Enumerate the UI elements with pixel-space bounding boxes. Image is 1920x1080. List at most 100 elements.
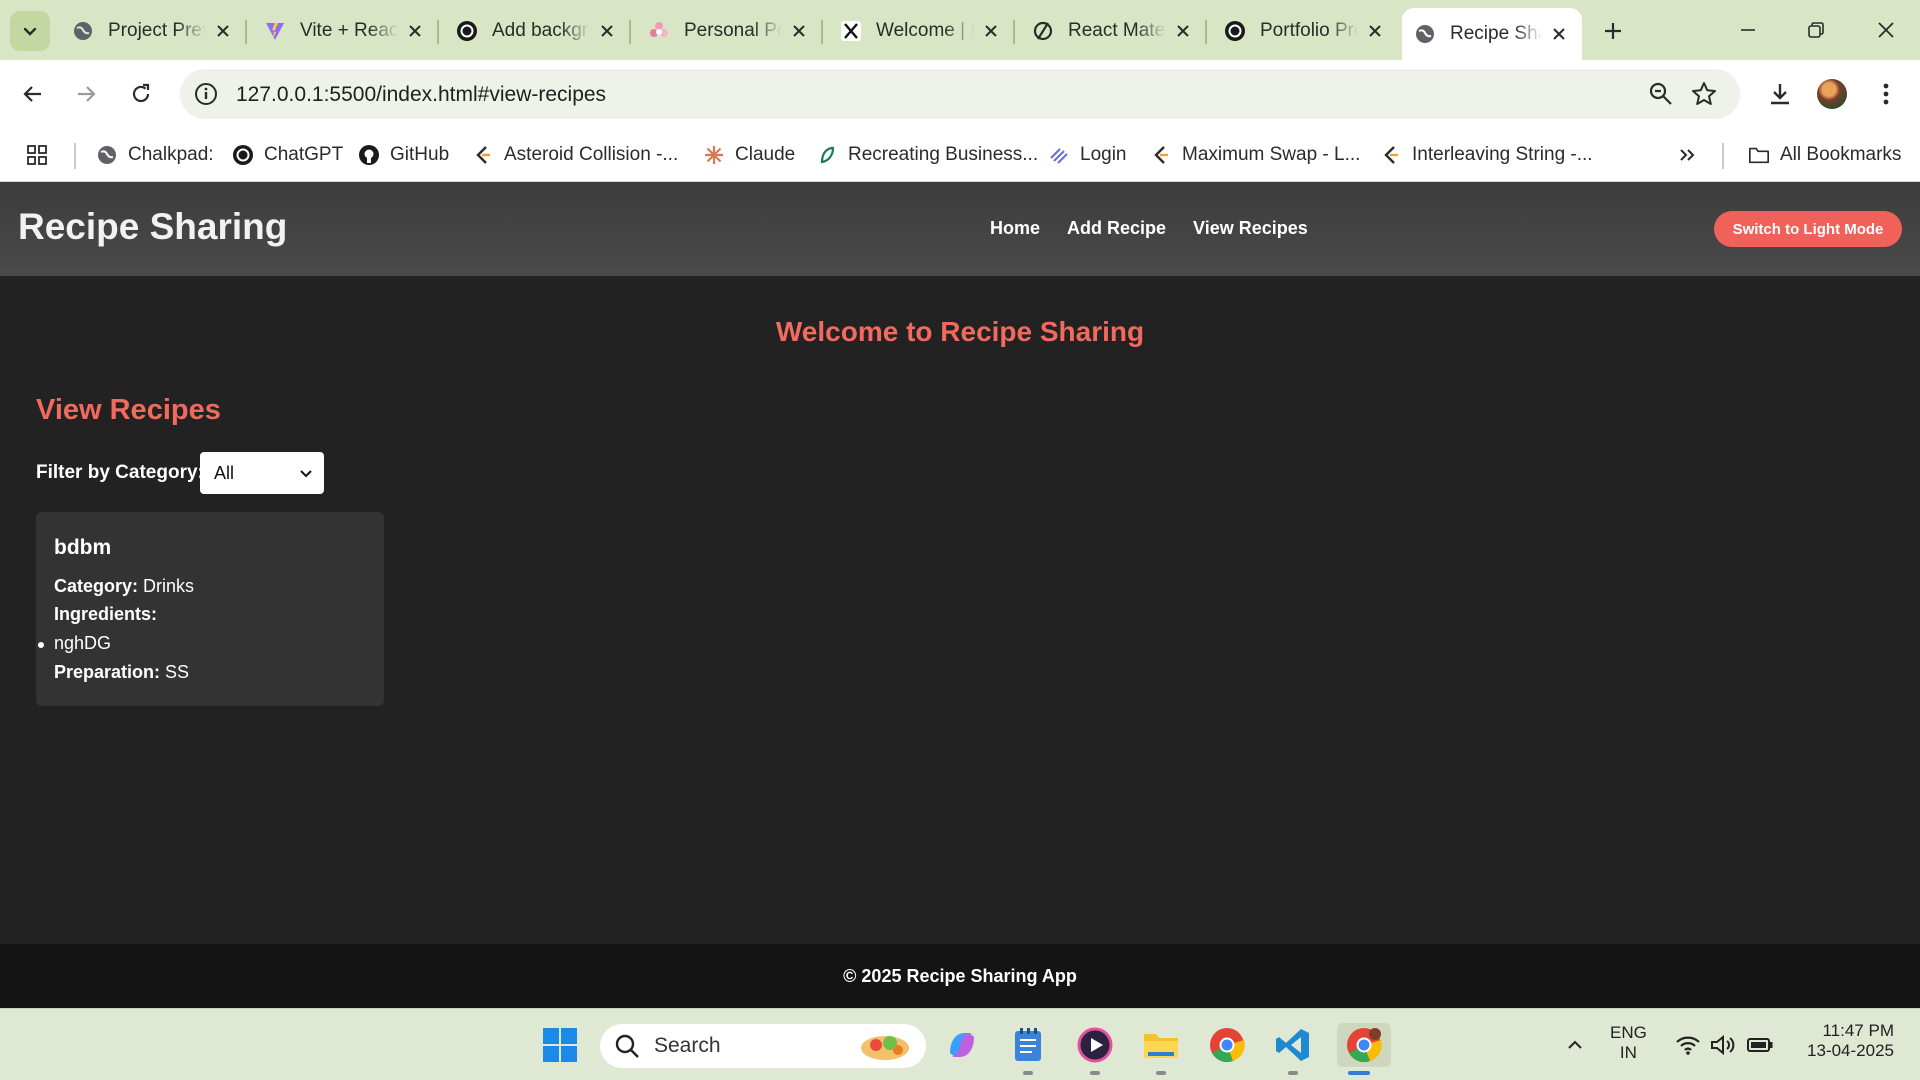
- battery-button[interactable]: [1738, 1023, 1782, 1067]
- zoom-icon[interactable]: [1648, 81, 1674, 107]
- chevron-down-icon: [23, 27, 37, 36]
- double-chevron-right-icon: [1680, 149, 1695, 161]
- chevron-up-icon: [1568, 1040, 1582, 1049]
- more-bookmarks-button[interactable]: [1678, 140, 1696, 170]
- apps-grid-icon: [27, 145, 47, 165]
- tab-search-button[interactable]: [10, 11, 50, 51]
- nav-add-recipe-link[interactable]: Add Recipe: [1067, 218, 1166, 239]
- region-text: IN: [1619, 1043, 1637, 1063]
- close-icon[interactable]: [1548, 23, 1570, 45]
- reload-button[interactable]: [121, 74, 161, 114]
- minimize-button[interactable]: [1718, 10, 1778, 50]
- notepad-button[interactable]: [1006, 1023, 1050, 1075]
- file-explorer-button[interactable]: [1139, 1023, 1183, 1075]
- clock[interactable]: 11:47 PM 13-04-2025: [1794, 1021, 1894, 1062]
- notepad-icon: [1015, 1028, 1041, 1061]
- close-icon[interactable]: [596, 20, 618, 42]
- arrow-left-icon: [23, 86, 41, 102]
- bookmark-label: Chalkpad:: [128, 144, 214, 165]
- downloads-button[interactable]: [1760, 74, 1800, 114]
- tab-project-preview[interactable]: Project Preview: [60, 8, 247, 54]
- preparation-label: Preparation:: [54, 662, 161, 682]
- recipe-preparation-row: Preparation: SS: [54, 662, 189, 683]
- stripes-icon: [1048, 144, 1070, 166]
- new-tab-button[interactable]: [1596, 14, 1630, 48]
- info-icon[interactable]: [194, 82, 218, 106]
- forward-button[interactable]: [66, 74, 106, 114]
- copilot-button[interactable]: [940, 1023, 984, 1067]
- close-icon[interactable]: [212, 20, 234, 42]
- ingredient-item: nghDG: [36, 633, 111, 654]
- bookmark-github[interactable]: GitHub: [358, 140, 449, 170]
- vscode-button[interactable]: [1271, 1023, 1315, 1075]
- restore-icon: [1808, 22, 1824, 38]
- all-bookmarks-button[interactable]: All Bookmarks: [1748, 140, 1901, 170]
- bookmark-label: Claude: [735, 144, 796, 165]
- tab-welcome[interactable]: Welcome | Excalidraw: [828, 8, 1015, 54]
- vite-icon: [264, 20, 286, 42]
- bookmark-asteroid-collision[interactable]: Asteroid Collision -...: [472, 140, 678, 170]
- bookmark-interleaving-string[interactable]: Interleaving String -...: [1380, 140, 1593, 170]
- site-footer: © 2025 Recipe Sharing App: [0, 944, 1920, 1008]
- bookmark-label: ChatGPT: [264, 144, 344, 165]
- star-icon[interactable]: [1690, 80, 1718, 108]
- bookmarks-bar: Chalkpad: ChatGPT GitHub Asteroid Collis…: [0, 128, 1920, 182]
- nav-view-recipes-link[interactable]: View Recipes: [1193, 218, 1308, 239]
- close-icon[interactable]: [404, 20, 426, 42]
- leetcode-icon: [1380, 144, 1402, 166]
- tab-personal-portfolio[interactable]: Personal Portfolio: [636, 8, 823, 54]
- bookmark-recreating-business[interactable]: Recreating Business...: [816, 140, 1038, 170]
- tab-title: Welcome | Excalidraw: [876, 20, 974, 41]
- tab-add-background[interactable]: Add background: [444, 8, 631, 54]
- close-icon[interactable]: [1172, 20, 1194, 42]
- theme-toggle-button[interactable]: Switch to Light Mode: [1714, 211, 1902, 247]
- show-hidden-icons-button[interactable]: [1553, 1023, 1597, 1067]
- avatar: [1817, 79, 1847, 109]
- taskbar-search[interactable]: Search: [600, 1024, 926, 1068]
- claude-icon: [703, 144, 725, 166]
- folder-icon: [1144, 1034, 1178, 1058]
- bookmark-maximum-swap[interactable]: Maximum Swap - L...: [1150, 140, 1360, 170]
- category-filter-select[interactable]: All: [200, 452, 324, 494]
- close-icon[interactable]: [980, 20, 1002, 42]
- apps-button[interactable]: [26, 140, 48, 170]
- openai-icon: [232, 144, 254, 166]
- close-icon[interactable]: [788, 20, 810, 42]
- tab-vite-react[interactable]: Vite + React: [252, 8, 439, 54]
- tab-portfolio-project[interactable]: Portfolio Project: [1212, 8, 1398, 54]
- tab-strip: Project Preview Vite + React Add backgro…: [0, 0, 1920, 60]
- bookmark-label: Recreating Business...: [848, 144, 1039, 165]
- bullet-icon: [38, 642, 44, 648]
- leaf-icon: [816, 144, 838, 166]
- chrome-button[interactable]: [1205, 1023, 1249, 1067]
- bookmark-login[interactable]: Login: [1048, 140, 1127, 170]
- globe-icon: [72, 20, 94, 42]
- close-icon[interactable]: [1364, 20, 1386, 42]
- browser-toolbar: 127.0.0.1:5500/index.html#view-recipes: [0, 60, 1920, 128]
- selected-category: All: [214, 462, 235, 483]
- bookmark-chatgpt[interactable]: ChatGPT: [232, 140, 343, 170]
- plus-icon: [1605, 23, 1621, 39]
- bookmark-claude[interactable]: Claude: [703, 140, 795, 170]
- tab-recipe-sharing[interactable]: Recipe Sharing: [1402, 8, 1582, 60]
- nav-home-link[interactable]: Home: [990, 218, 1040, 239]
- restore-button[interactable]: [1786, 10, 1846, 50]
- chrome-profile-button[interactable]: [1337, 1023, 1391, 1075]
- media-player-button[interactable]: [1073, 1023, 1117, 1075]
- welcome-heading: Welcome to Recipe Sharing: [775, 316, 1145, 347]
- language-indicator[interactable]: ENG IN: [1610, 1023, 1647, 1064]
- flower-icon: [648, 20, 670, 42]
- bookmark-chalkpad[interactable]: Chalkpad:: [96, 140, 214, 170]
- close-window-button[interactable]: [1856, 10, 1916, 50]
- tab-react-material[interactable]: React Material: [1020, 8, 1207, 54]
- url-text[interactable]: 127.0.0.1:5500/index.html#view-recipes: [236, 83, 606, 107]
- profile-button[interactable]: [1812, 74, 1852, 114]
- menu-button[interactable]: [1866, 74, 1906, 114]
- view-recipes-heading: View Recipes: [36, 394, 221, 426]
- back-button[interactable]: [13, 74, 53, 114]
- openai-icon: [1224, 20, 1246, 42]
- start-button[interactable]: [538, 1023, 582, 1067]
- address-bar[interactable]: 127.0.0.1:5500/index.html#view-recipes: [180, 69, 1740, 119]
- chrome-icon: [1210, 1028, 1245, 1063]
- minimize-icon: [1741, 29, 1755, 31]
